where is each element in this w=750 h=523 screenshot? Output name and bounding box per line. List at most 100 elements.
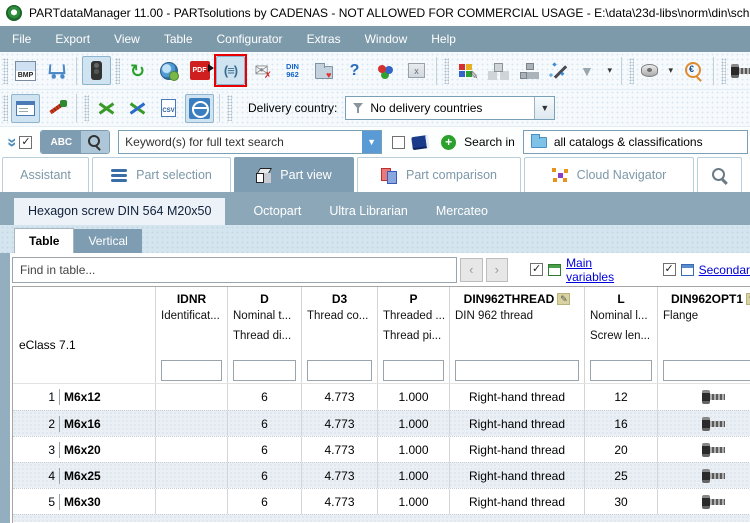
window-form-icon [16, 100, 35, 116]
magic-wand-button[interactable] [545, 56, 574, 85]
community-button[interactable] [371, 56, 400, 85]
menu-file[interactable]: File [0, 28, 43, 50]
table-row[interactable]: 3 M6x20 6 4.773 1.000 Right-hand thread 2… [13, 436, 750, 462]
shopping-cart-button[interactable] [42, 56, 71, 85]
equation-variables-button[interactable]: (≡) [214, 54, 247, 87]
pdf-export-button[interactable]: PDF [185, 56, 214, 85]
toolbar-grip[interactable] [84, 95, 89, 121]
filter-input-l[interactable] [590, 359, 652, 381]
collapse-chevrons-icon[interactable]: « [1, 137, 20, 146]
tab-table-view[interactable]: Table [14, 228, 75, 253]
menu-configurator[interactable]: Configurator [205, 28, 295, 50]
delivery-country-dropdown-button[interactable]: ▼ [534, 97, 555, 119]
main-variables-table-icon [548, 263, 562, 276]
filter-input-d[interactable] [233, 359, 296, 381]
menu-view[interactable]: View [102, 28, 152, 50]
export-green-button[interactable] [92, 94, 121, 123]
bmp-export-button[interactable]: BMP [11, 56, 40, 85]
window-form-button[interactable] [11, 93, 40, 123]
header-col-din962opt1[interactable]: DIN962OPT1✎Flange [658, 287, 750, 357]
toolbar-grip[interactable] [115, 57, 120, 84]
table-row[interactable]: 2 M6x16 6 4.773 1.000 Right-hand thread 1… [13, 410, 750, 436]
header-col-p[interactable]: P Threaded ... Thread pi... [378, 287, 450, 357]
search-in-field[interactable]: all catalogs & classifications [522, 130, 748, 154]
menu-export[interactable]: Export [43, 28, 102, 50]
header-col-name[interactable]: eClass 7.1 [13, 287, 156, 357]
toolbar-grip[interactable] [629, 57, 634, 84]
tab-part-comparison[interactable]: Part comparison [357, 157, 521, 192]
menu-window[interactable]: Window [353, 28, 420, 50]
filter-input-din962thread[interactable] [455, 359, 579, 381]
hierarchy-button[interactable] [514, 56, 543, 85]
toolbar-grip[interactable] [3, 57, 8, 84]
toolbar-grip[interactable] [227, 95, 232, 121]
menu-table[interactable]: Table [152, 28, 205, 50]
tab-assistant[interactable]: Assistant [2, 157, 89, 192]
find-next-button[interactable]: › [485, 257, 509, 282]
toolbar-grip[interactable] [721, 57, 726, 84]
tab-cloud-navigator[interactable]: Cloud Navigator [524, 157, 694, 192]
filter-input-p[interactable] [383, 359, 444, 381]
tab-octopart[interactable]: Octopart [239, 198, 315, 225]
din-962-button[interactable]: DIN 962 [278, 56, 307, 85]
add-search-icon[interactable]: + [441, 134, 457, 150]
abc-search-button[interactable]: ABC [41, 131, 82, 153]
chevron-down-icon: ▾ [607, 65, 612, 75]
book-index-icon[interactable] [411, 134, 430, 150]
tab-ultra-librarian[interactable]: Ultra Librarian [315, 198, 422, 225]
secondary-variables-link[interactable]: Secondar [699, 263, 750, 277]
export-blue-button[interactable] [123, 94, 152, 123]
magnifier-search-button[interactable] [81, 131, 110, 153]
main-variables-checkbox[interactable]: ✓ [530, 263, 544, 276]
nut-part-dropdown-button[interactable]: ▾ [637, 56, 677, 85]
keyword-search-input[interactable] [119, 131, 363, 153]
index-checkbox[interactable] [392, 135, 406, 149]
web-update-button[interactable] [154, 56, 183, 85]
tab-part-view[interactable]: Part view [234, 157, 354, 192]
menu-help[interactable]: Help [419, 28, 468, 50]
tab-vertical-view[interactable]: Vertical [74, 229, 142, 253]
filter-input-d3[interactable] [307, 359, 372, 381]
traffic-light-button[interactable] [82, 56, 111, 85]
header-col-d3[interactable]: D3 Thread co... [302, 287, 378, 357]
refresh-button[interactable]: ↻ [123, 56, 152, 85]
tab-part-hexagon-screw[interactable]: Hexagon screw DIN 564 M20x50 [14, 198, 226, 225]
globe-button[interactable] [185, 93, 214, 123]
screw-follow-button[interactable] [729, 56, 750, 85]
price-search-button[interactable]: € [679, 56, 708, 85]
table-frame-button[interactable]: x [402, 56, 431, 85]
help-button[interactable]: ? [340, 56, 369, 85]
header-col-d[interactable]: D Nominal t... Thread di... [228, 287, 302, 357]
main-variables-link[interactable]: Main variables [566, 256, 641, 284]
header-col-l[interactable]: L Nominal l... Screw len... [585, 287, 658, 357]
edit-blocks-button[interactable]: ✎ [452, 56, 481, 85]
find-previous-button[interactable]: ‹ [460, 257, 483, 282]
favorites-button[interactable]: ♥ [309, 56, 338, 85]
filter-input-idnr[interactable] [161, 359, 222, 381]
edit-pencil-icon[interactable]: ✎ [557, 293, 571, 305]
toolbar-grip[interactable] [3, 95, 8, 121]
toolbar-grip[interactable] [444, 57, 449, 84]
keyword-dropdown-button[interactable]: ▼ [362, 131, 382, 153]
header-col-idnr[interactable]: IDNR Identificat... [156, 287, 228, 357]
edit-pencil-icon[interactable]: ✎ [746, 293, 750, 305]
table-row[interactable]: 5 M6x30 6 4.773 1.000 Right-hand thread 3… [13, 488, 750, 514]
filter-input-din962opt1[interactable] [663, 359, 750, 381]
table-row[interactable]: 1 M6x12 6 4.773 1.000 Right-hand thread 1… [13, 384, 750, 410]
table-row[interactable]: 4 M6x25 6 4.773 1.000 Right-hand thread 2… [13, 462, 750, 488]
header-col-din962thread[interactable]: DIN962THREAD ✎ DIN 962 thread [450, 287, 585, 357]
find-in-table-input[interactable] [12, 256, 458, 283]
tab-mercateo[interactable]: Mercateo [422, 198, 502, 225]
fulltext-checkbox[interactable]: ✓ [19, 135, 33, 149]
csv-export-button[interactable]: CSV [154, 94, 183, 123]
delivery-country-select[interactable]: No delivery countries ▼ [345, 96, 556, 120]
tab-search[interactable] [697, 157, 742, 192]
mail-button[interactable]: ✉ ✗ [247, 56, 276, 85]
filter-dropdown-button[interactable]: ▼ ▾ [576, 56, 616, 85]
keyword-search-field: ▼ [118, 130, 383, 154]
secondary-variables-checkbox[interactable]: ✓ [662, 263, 676, 276]
derive-parts-button[interactable] [483, 56, 512, 85]
tab-part-selection[interactable]: Part selection [92, 157, 231, 192]
red-screw-button[interactable] [42, 94, 71, 123]
menu-extras[interactable]: Extras [295, 28, 353, 50]
